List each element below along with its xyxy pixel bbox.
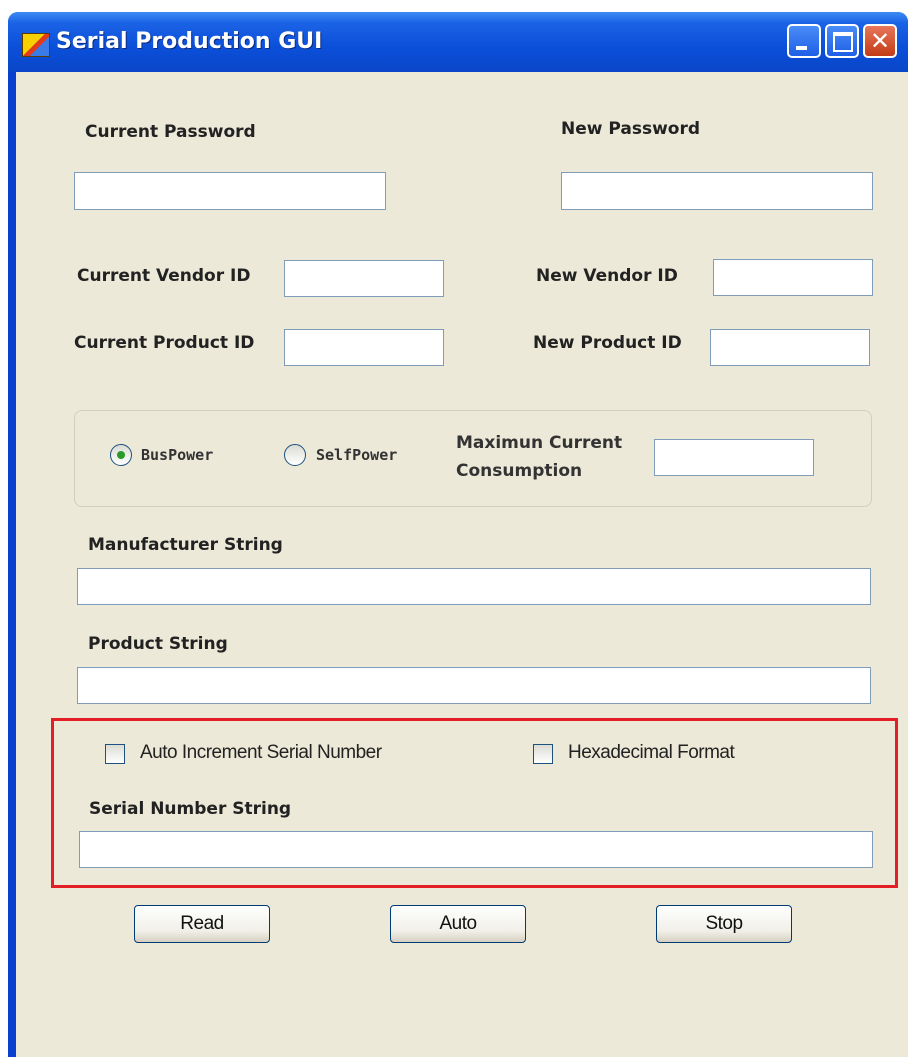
new-vendor-id-label: New Vendor ID [536, 266, 678, 286]
window-title: Serial Production GUI [56, 29, 323, 54]
hexadecimal-format-checkbox[interactable] [533, 744, 553, 764]
auto-button[interactable]: Auto [390, 905, 526, 943]
max-current-label-line2: Consumption [456, 461, 583, 481]
current-product-id-label: Current Product ID [74, 333, 255, 353]
max-current-label: Maximun Current Consumption [456, 429, 622, 485]
manufacturer-string-label: Manufacturer String [88, 535, 283, 555]
new-product-id-input[interactable] [710, 329, 870, 366]
manufacturer-string-input[interactable] [77, 568, 871, 605]
hexadecimal-format-label: Hexadecimal Format [568, 742, 735, 763]
new-product-id-label: New Product ID [533, 333, 682, 353]
stop-button[interactable]: Stop [656, 905, 792, 943]
new-password-label: New Password [561, 119, 701, 139]
max-current-label-line1: Maximun Current [456, 433, 623, 453]
close-button[interactable]: ✕ [863, 24, 897, 58]
selfpower-label: SelfPower [316, 446, 398, 464]
buspower-radio[interactable] [110, 444, 132, 466]
maximize-button[interactable] [825, 24, 859, 58]
app-window: Serial Production GUI ✕ Current Password… [8, 12, 908, 1057]
product-string-label: Product String [88, 634, 228, 654]
current-vendor-id-label: Current Vendor ID [77, 266, 251, 286]
serial-number-string-input[interactable] [79, 831, 873, 868]
auto-increment-checkbox[interactable] [105, 744, 125, 764]
read-button[interactable]: Read [134, 905, 270, 943]
auto-increment-label: Auto Increment Serial Number [140, 742, 382, 763]
title-bar[interactable]: Serial Production GUI ✕ [8, 12, 908, 72]
serial-number-string-label: Serial Number String [89, 799, 292, 819]
max-current-input[interactable] [654, 439, 814, 476]
current-vendor-id-input[interactable] [284, 260, 444, 297]
buspower-label: BusPower [141, 446, 214, 464]
close-icon: ✕ [869, 27, 891, 55]
current-product-id-input[interactable] [284, 329, 444, 366]
current-password-input[interactable] [74, 172, 386, 210]
new-password-input[interactable] [561, 172, 873, 210]
product-string-input[interactable] [77, 667, 871, 704]
app-icon [22, 33, 50, 57]
form-body: Current Password New Password Current Ve… [16, 72, 908, 1057]
new-vendor-id-input[interactable] [713, 259, 873, 296]
minimize-button[interactable] [787, 24, 821, 58]
current-password-label: Current Password [85, 122, 256, 142]
selfpower-radio[interactable] [284, 444, 306, 466]
